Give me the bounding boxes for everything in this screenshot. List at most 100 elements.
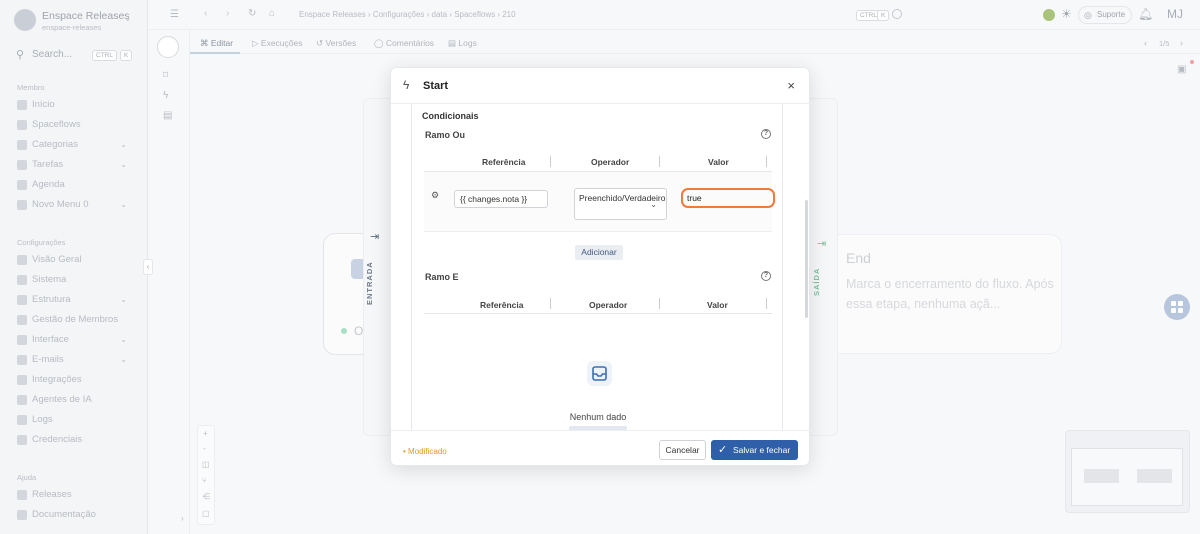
sidebar-item-emails[interactable]: E-mails ⌄ bbox=[17, 354, 127, 365]
sidebar-item-estrutura[interactable]: Estrutura ⌄ bbox=[17, 294, 127, 305]
forward-icon[interactable]: › bbox=[226, 8, 229, 19]
sidebar-item-inicio[interactable]: Início bbox=[17, 99, 127, 110]
lock-icon[interactable]: ▢ bbox=[202, 509, 210, 518]
workspace-name[interactable]: Enspace Releases bbox=[42, 10, 130, 22]
release-icon bbox=[17, 489, 27, 500]
value-input[interactable]: true bbox=[681, 188, 775, 208]
sidebar-item-spaceflows[interactable]: Spaceflows bbox=[17, 119, 127, 130]
sidebar-item-visao-geral[interactable]: Visão Geral bbox=[17, 254, 127, 265]
scrollbar[interactable] bbox=[805, 200, 808, 318]
save-icon[interactable]: ▣ bbox=[1177, 64, 1186, 75]
breadcrumb-text[interactable]: Enspace Releases › Configurações › data … bbox=[299, 10, 516, 19]
next-page-icon[interactable]: › bbox=[1180, 38, 1183, 48]
tab-active-indicator bbox=[190, 52, 240, 54]
search-input[interactable]: ⚲ Search... CTRL K bbox=[14, 48, 138, 62]
user-avatar[interactable]: MJ bbox=[1167, 7, 1183, 21]
section-configuracoes: Configurações bbox=[17, 238, 66, 247]
help-icon[interactable]: ? bbox=[761, 129, 771, 139]
fit-view-icon[interactable]: ◫ bbox=[202, 460, 210, 469]
minimap-viewport[interactable] bbox=[1071, 448, 1183, 506]
page-icon[interactable] bbox=[157, 36, 179, 58]
breadcrumb: Enspace Releases › Configurações › data … bbox=[299, 10, 516, 19]
reference-input[interactable]: {{ changes.nota }} bbox=[454, 190, 548, 208]
tab-versoes[interactable]: ↺ Versões bbox=[316, 38, 356, 49]
sidebar-item-gestao-membros[interactable]: Gestão de Membros bbox=[17, 314, 127, 325]
inbox-icon bbox=[587, 361, 612, 386]
empty-state-text: Nenhum dado bbox=[569, 412, 627, 422]
plug-icon bbox=[17, 374, 27, 385]
layout-icon[interactable]: ⑂ bbox=[202, 476, 207, 485]
sidebar-item-integracoes[interactable]: Integrações bbox=[17, 374, 127, 385]
zoom-in-icon[interactable]: + bbox=[203, 429, 208, 438]
add-condition-button[interactable]: Adicionar bbox=[575, 245, 623, 260]
kbd-k: K bbox=[877, 10, 890, 21]
task-icon bbox=[17, 159, 27, 170]
home-icon[interactable]: ⌂ bbox=[269, 8, 275, 19]
ramo-e-label: Ramo E bbox=[425, 272, 459, 282]
back-icon[interactable]: ‹ bbox=[204, 8, 207, 19]
sidebar-item-agenda[interactable]: Agenda bbox=[17, 179, 127, 190]
unsaved-dot bbox=[1190, 60, 1194, 64]
col-referencia: Referência bbox=[480, 300, 524, 310]
sidebar: Enspace Releases enspace-releases ⌄ ⚲ Se… bbox=[0, 0, 148, 534]
chevron-down-icon: ⌄ bbox=[120, 200, 127, 209]
sidebar-item-logs[interactable]: Logs bbox=[17, 414, 127, 425]
sidebar-item-categorias[interactable]: Categorias ⌄ bbox=[17, 139, 127, 150]
chevron-down-icon: ⌄ bbox=[120, 140, 127, 149]
col-operador: Operador bbox=[591, 157, 630, 167]
cancel-button[interactable]: Cancelar bbox=[659, 440, 706, 460]
chevron-down-icon: ⌄ bbox=[120, 160, 127, 169]
bolt-icon[interactable]: ϟ bbox=[163, 90, 168, 101]
zoom-out-icon[interactable]: - bbox=[203, 444, 206, 453]
sidebar-item-sistema[interactable]: Sistema bbox=[17, 274, 127, 285]
sidebar-toggle-icon[interactable]: ☰ bbox=[170, 9, 179, 20]
docs-icon bbox=[17, 509, 27, 520]
refresh-icon[interactable]: ↻ bbox=[248, 8, 256, 19]
sidebar-item-agentes-ia[interactable]: Agentes de IA bbox=[17, 394, 127, 405]
sidebar-item-novo-menu[interactable]: Novo Menu 0 ⌄ bbox=[17, 199, 127, 210]
tab-execucoes[interactable]: ▷ Execuções bbox=[252, 38, 303, 49]
support-button[interactable]: ◎ Suporte bbox=[1078, 6, 1133, 24]
pager: 1/5 bbox=[1159, 39, 1170, 48]
help-icon[interactable]: ? bbox=[761, 271, 771, 281]
left-rail: ⌑ ϟ ▤ › bbox=[148, 30, 190, 534]
calendar-icon[interactable]: ▤ bbox=[163, 110, 172, 121]
headset-icon: ◎ bbox=[1084, 10, 1092, 20]
sidebar-item-tarefas[interactable]: Tarefas ⌄ bbox=[17, 159, 127, 170]
chevron-down-icon[interactable]: ⌄ bbox=[124, 13, 132, 24]
theme-sun-icon[interactable]: ☀ bbox=[1061, 7, 1072, 21]
gear-icon[interactable]: ⚙ bbox=[431, 190, 439, 201]
calendar-icon bbox=[17, 179, 27, 190]
sidebar-item-releases[interactable]: Releases bbox=[17, 489, 127, 500]
col-separator bbox=[659, 156, 660, 167]
apps-fab-button[interactable] bbox=[1164, 294, 1190, 320]
menu-icon bbox=[17, 199, 27, 210]
save-close-button[interactable]: ✓ Salvar e fechar bbox=[711, 440, 798, 460]
modal-footer: • Modificado Cancelar ✓ Salvar e fechar bbox=[391, 430, 811, 467]
interface-icon bbox=[17, 334, 27, 345]
share-icon[interactable]: ⋲ bbox=[202, 492, 210, 501]
expand-icon[interactable]: › bbox=[181, 514, 184, 523]
chevron-down-icon: ⌄ bbox=[120, 335, 127, 344]
entrada-arrow-icon: ⇥ bbox=[370, 231, 380, 243]
sidebar-item-documentacao[interactable]: Documentação bbox=[17, 509, 127, 520]
tab-logs[interactable]: ▤ Logs bbox=[448, 38, 477, 49]
sidebar-item-credenciais[interactable]: Credenciais bbox=[17, 434, 127, 445]
prev-page-icon[interactable]: ‹ bbox=[1144, 38, 1147, 48]
tab-comentarios[interactable]: ◯ Comentários bbox=[374, 38, 434, 49]
section-membro: Membro bbox=[17, 83, 45, 92]
ramo-ou-label: Ramo Ou bbox=[425, 130, 466, 140]
close-icon[interactable]: × bbox=[787, 78, 795, 93]
section-ajuda: Ajuda bbox=[17, 473, 37, 482]
col-separator bbox=[550, 298, 551, 309]
sidebar-item-interface[interactable]: Interface ⌄ bbox=[17, 334, 127, 345]
condicionais-label: Condicionais bbox=[422, 111, 479, 121]
chevron-down-icon: ⌄ bbox=[650, 200, 657, 209]
bell-icon[interactable]: 🔔︎ bbox=[1138, 7, 1153, 21]
operator-select[interactable]: Preenchido/Verdadeiro ⌄ bbox=[574, 188, 667, 220]
tab-editar[interactable]: ⌘ Editar bbox=[200, 38, 233, 49]
workspace-avatar[interactable] bbox=[14, 9, 36, 31]
search-icon: ⚲ bbox=[16, 49, 25, 61]
start-node-label: O bbox=[354, 324, 364, 338]
tag-icon[interactable]: ⌑ bbox=[163, 70, 168, 81]
